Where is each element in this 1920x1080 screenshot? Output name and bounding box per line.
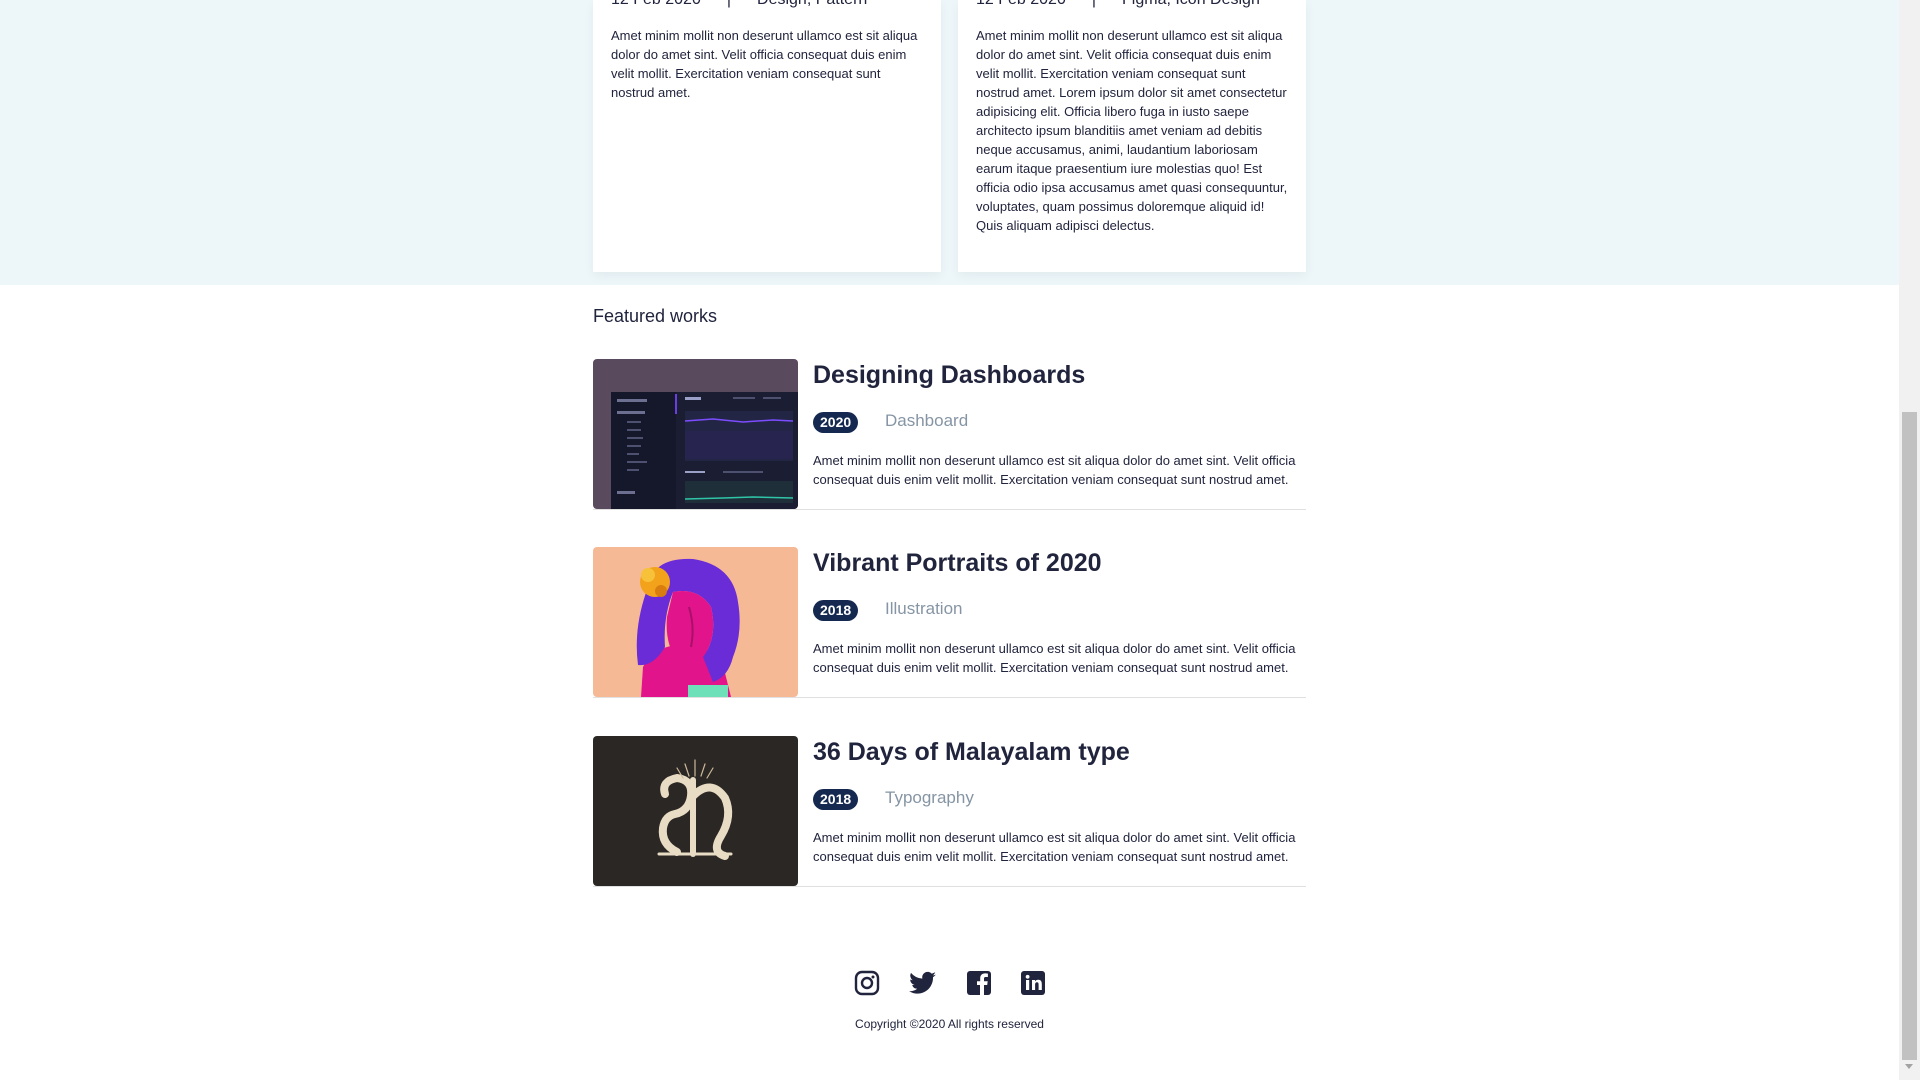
facebook-icon[interactable] — [965, 969, 993, 997]
portrait-thumbnail[interactable] — [593, 547, 798, 697]
post-card[interactable]: 12 Feb 2020 | Figma, Icon Design Amet mini… — [958, 0, 1306, 272]
featured-work-item[interactable]: Vibrant Portraits of 2020 2018 Illustrat… — [593, 547, 1306, 698]
post-meta-separator: | — [1092, 0, 1096, 9]
linkedin-icon[interactable] — [1019, 969, 1047, 997]
work-category: Illustration — [885, 599, 963, 618]
post-meta: 12 Feb 2020 | Figma, Icon Design — [976, 0, 1260, 9]
dashboard-thumbnail[interactable] — [593, 359, 798, 509]
page: 12 Feb 2020 | Design, Pattern Amet minim m… — [0, 0, 1899, 1080]
work-description: Amet minim mollit non deserunt ullamco e… — [813, 641, 1296, 675]
featured-work-item[interactable]: Designing Dashboards 2020 Dashboard Amet… — [593, 359, 1306, 510]
work-description: Amet minim mollit non deserunt ullamco e… — [813, 830, 1296, 864]
featured-works-heading: Featured works — [593, 306, 718, 326]
year-badge: 2018 — [813, 789, 859, 810]
post-card[interactable]: 12 Feb 2020 | Design, Pattern Amet minim m… — [593, 0, 941, 272]
vertical-scrollbar[interactable] — [1899, 0, 1920, 1080]
work-description: Amet minim mollit non deserunt ullamco e… — [813, 453, 1296, 487]
work-category: Dashboard — [885, 411, 969, 430]
typography-thumbnail[interactable] — [593, 736, 798, 886]
post-tags: Figma, Icon Design — [1122, 0, 1260, 8]
year-badge: 2018 — [813, 600, 859, 621]
year-badge: 2020 — [813, 412, 859, 433]
work-title[interactable]: Designing Dashboards — [813, 361, 1085, 390]
post-date: 12 Feb 2020 — [976, 0, 1066, 8]
post-meta: 12 Feb 2020 | Design, Pattern — [611, 0, 867, 9]
instagram-icon[interactable] — [853, 969, 881, 997]
post-excerpt: Amet minim mollit non deserunt ullamco e… — [611, 28, 918, 100]
recent-posts-section: 12 Feb 2020 | Design, Pattern Amet minim m… — [0, 0, 1899, 285]
featured-work-item[interactable]: 36 Days of Malayalam type 2018 Typograph… — [593, 736, 1306, 887]
work-category: Typography — [885, 788, 974, 807]
work-title[interactable]: Vibrant Portraits of 2020 — [813, 549, 1102, 578]
work-title[interactable]: 36 Days of Malayalam type — [813, 738, 1130, 767]
post-date: 12 Feb 2020 — [611, 0, 701, 8]
post-tags: Design, Pattern — [757, 0, 867, 8]
post-meta-separator: | — [727, 0, 731, 9]
twitter-icon[interactable] — [908, 969, 936, 997]
scrollbar-thumb[interactable] — [1902, 412, 1917, 1060]
scroll-down-arrow-icon[interactable] — [1905, 1064, 1913, 1069]
copyright-text: Copyright ©2020 All rights reserved — [855, 1017, 1044, 1031]
post-excerpt: Amet minim mollit non deserunt ullamco e… — [976, 28, 1288, 233]
social-links — [853, 969, 1048, 997]
